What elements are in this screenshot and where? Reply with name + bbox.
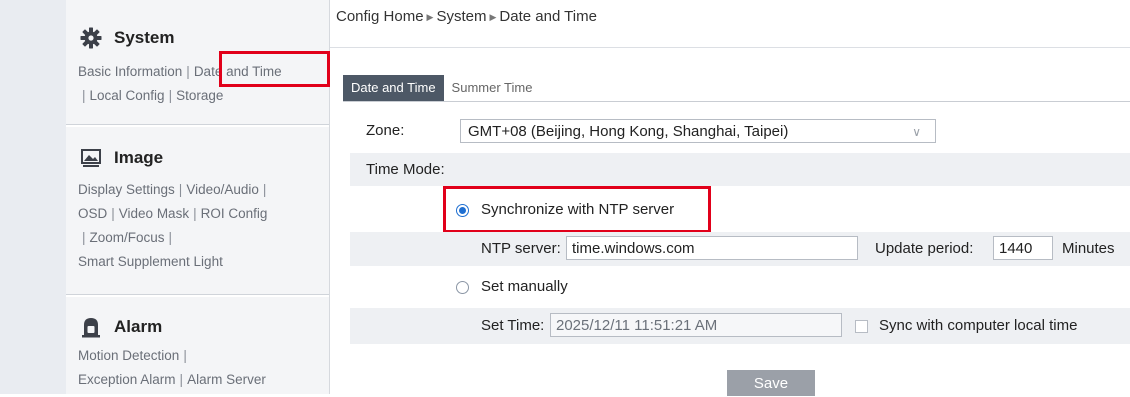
link-separator: | <box>82 88 86 103</box>
highlight-date-and-time-link <box>219 51 330 87</box>
time-mode-label: Time Mode: <box>366 161 445 178</box>
ntp-server-row: NTP server: Update period: Minutes <box>350 232 1130 266</box>
manual-radio[interactable] <box>456 281 469 294</box>
zone-select-value: GMT+08 (Beijing, Hong Kong, Shanghai, Ta… <box>468 123 789 140</box>
breadcrumb-arrow-icon: ▶ <box>426 12 434 22</box>
breadcrumb-config-home[interactable]: Config Home <box>336 8 424 25</box>
sync-local-label[interactable]: Sync with computer local time <box>879 317 1077 334</box>
link-separator: | <box>111 206 115 221</box>
link-separator: | <box>179 372 184 387</box>
gear-icon <box>80 27 102 49</box>
chevron-down-icon: ∨ <box>912 125 921 139</box>
link-video-mask[interactable]: Video Mask <box>119 206 189 221</box>
alarm-light-icon <box>80 316 102 338</box>
image-links: Display Settings | Video/Audio | OSD | Video … <box>78 178 328 274</box>
left-nav-strip <box>0 0 67 394</box>
zone-label: Zone: <box>366 122 405 139</box>
tab-underline <box>343 101 1130 102</box>
set-time-row: Set Time: Sync with computer local time <box>350 308 1130 344</box>
section-title-system: System <box>114 28 175 47</box>
update-period-input[interactable] <box>993 236 1053 260</box>
section-header-system[interactable]: System <box>80 27 174 49</box>
zone-row: Zone: GMT+08 (Beijing, Hong Kong, Shangh… <box>350 115 1130 147</box>
highlight-ntp-option <box>443 186 711 233</box>
link-separator: | <box>262 182 267 197</box>
breadcrumb-date-and-time: Date and Time <box>499 8 597 25</box>
link-roi-config[interactable]: ROI Config <box>201 206 268 221</box>
section-title-alarm: Alarm <box>114 317 163 336</box>
link-separator: | <box>82 230 86 245</box>
ntp-server-input[interactable] <box>566 236 858 260</box>
update-period-unit: Minutes <box>1062 240 1115 257</box>
link-separator: | <box>183 348 187 363</box>
link-osd[interactable]: OSD <box>78 206 107 221</box>
alarm-links: Motion Detection | Exception Alarm | Alarm … <box>78 344 328 392</box>
section-header-image[interactable]: Image <box>80 147 163 169</box>
manual-option-label[interactable]: Set manually <box>481 278 568 295</box>
link-display-settings[interactable]: Display Settings <box>78 182 175 197</box>
header-divider <box>330 47 1130 48</box>
link-exception-alarm[interactable]: Exception Alarm <box>78 372 176 387</box>
link-alarm-server[interactable]: Alarm Server <box>187 372 266 387</box>
set-time-input[interactable] <box>550 313 842 337</box>
manual-option-row: Set manually <box>350 272 1130 304</box>
link-smart-supplement-light[interactable]: Smart Supplement Light <box>78 254 223 269</box>
tab-summer-time[interactable]: Summer Time <box>443 75 541 101</box>
breadcrumb-arrow-icon: ▶ <box>489 12 497 22</box>
section-title-image: Image <box>114 148 164 167</box>
ntp-server-label: NTP server: <box>481 240 561 257</box>
section-divider <box>66 294 329 297</box>
tab-date-and-time[interactable]: Date and Time <box>343 75 444 101</box>
link-separator: | <box>186 64 190 79</box>
sync-local-checkbox[interactable] <box>855 320 868 333</box>
section-divider <box>66 124 329 127</box>
set-time-label: Set Time: <box>481 317 545 334</box>
breadcrumb: Config Home ▶ System ▶ Date and Time <box>336 8 597 25</box>
zone-select[interactable]: GMT+08 (Beijing, Hong Kong, Shanghai, Ta… <box>460 119 936 143</box>
link-local-config[interactable]: Local Config <box>90 88 165 103</box>
tab-bar: Date and Time Summer Time <box>343 75 541 101</box>
save-button[interactable]: Save <box>727 370 815 396</box>
image-icon <box>80 147 102 169</box>
link-basic-information[interactable]: Basic Information <box>78 64 182 79</box>
update-period-label: Update period: <box>875 240 974 257</box>
link-separator: | <box>193 206 197 221</box>
link-video-audio[interactable]: Video/Audio <box>186 182 259 197</box>
link-separator: | <box>178 182 183 197</box>
link-separator: | <box>168 230 173 245</box>
breadcrumb-system[interactable]: System <box>436 8 486 25</box>
section-header-alarm[interactable]: Alarm <box>80 316 162 338</box>
time-mode-row: Time Mode: <box>350 153 1130 186</box>
link-storage[interactable]: Storage <box>176 88 223 103</box>
link-separator: | <box>168 88 173 103</box>
link-motion-detection[interactable]: Motion Detection <box>78 348 179 363</box>
link-zoom-focus[interactable]: Zoom/Focus <box>90 230 165 245</box>
